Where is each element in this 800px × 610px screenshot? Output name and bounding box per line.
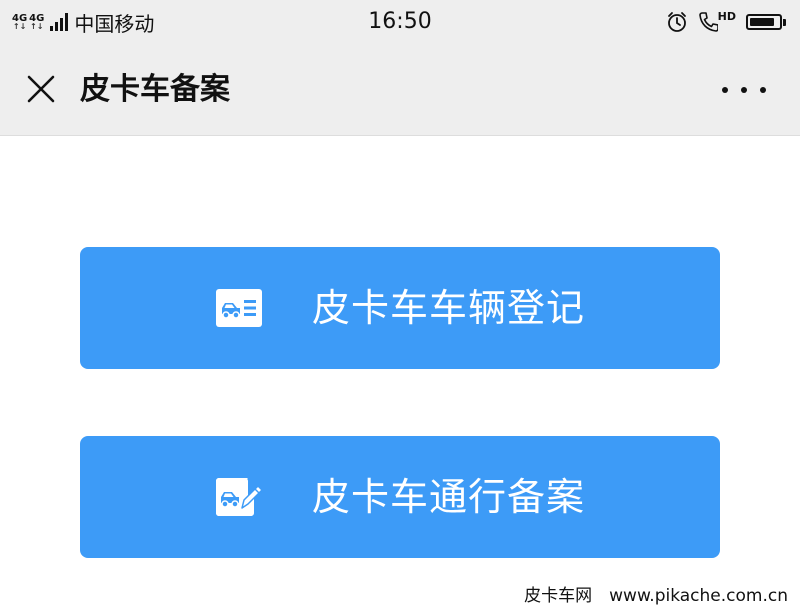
close-icon bbox=[27, 75, 55, 103]
more-options-button[interactable] bbox=[722, 80, 766, 100]
close-button[interactable] bbox=[22, 70, 60, 108]
status-bar: 4G ↑↓ 4G ↑↓ 中国移动 16:50 HD bbox=[0, 0, 800, 44]
page-title: 皮卡车备案 bbox=[80, 72, 230, 107]
site-watermark: 皮卡车网 www.pikache.com.cn bbox=[524, 586, 788, 606]
vehicle-card-icon bbox=[216, 289, 262, 327]
more-dot-icon bbox=[760, 87, 766, 93]
pass-filing-button[interactable]: 皮卡车通行备案 bbox=[80, 436, 720, 558]
pass-filing-label: 皮卡车通行备案 bbox=[312, 475, 586, 519]
more-dot-icon bbox=[741, 87, 747, 93]
vehicle-registration-button[interactable]: 皮卡车车辆登记 bbox=[80, 247, 720, 369]
vehicle-edit-icon bbox=[216, 478, 262, 516]
status-time: 16:50 bbox=[368, 9, 432, 34]
vehicle-registration-label: 皮卡车车辆登记 bbox=[312, 286, 586, 330]
navigation-bar: 皮卡车备案 bbox=[0, 44, 800, 136]
more-dot-icon bbox=[722, 87, 728, 93]
